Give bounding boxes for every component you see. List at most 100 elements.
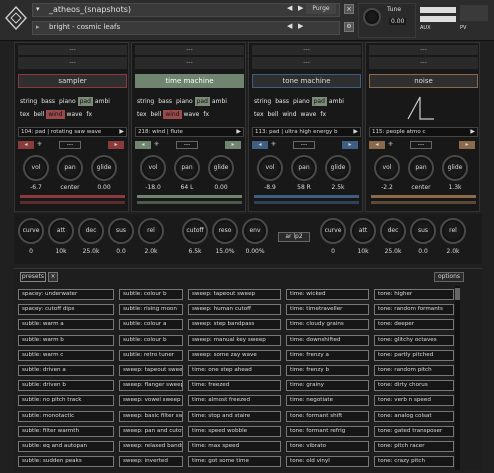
- preset-list-item[interactable]: time: one step ahead: [188, 365, 281, 376]
- preset-list-item[interactable]: tone: vibrato: [286, 441, 369, 452]
- slot-mode-button[interactable]: ---: [410, 141, 432, 149]
- category-bell[interactable]: bell: [149, 110, 164, 119]
- preset-list-item[interactable]: time: grainy: [286, 380, 369, 392]
- slot-solo-icon[interactable]: ▸: [459, 141, 475, 149]
- category-piano[interactable]: piano: [291, 97, 312, 106]
- preset-list-item[interactable]: subtle: colour a: [119, 319, 183, 331]
- preset-list-item[interactable]: subtle: driven a: [18, 365, 114, 376]
- slot-link-icon[interactable]: ⁜: [271, 141, 281, 149]
- purge-button[interactable]: Purge: [306, 4, 336, 14]
- slot-mode-button[interactable]: ---: [293, 141, 315, 149]
- preset-list-item[interactable]: tone: deeper: [374, 319, 454, 331]
- preset-list-item[interactable]: tone: crazy pitch: [374, 456, 454, 468]
- preset-arrow-icon[interactable]: ▶: [353, 128, 358, 136]
- browser-scrollbar[interactable]: [455, 286, 460, 470]
- category-piano[interactable]: piano: [174, 97, 195, 106]
- slot-stub-top[interactable]: ---: [18, 45, 127, 55]
- slot-mute-icon[interactable]: ◂: [252, 141, 268, 149]
- slot-vol-knob[interactable]: vol: [374, 155, 400, 181]
- category-wave[interactable]: wave: [65, 110, 85, 119]
- preset-prev-icon[interactable]: ◀: [287, 22, 292, 30]
- slot-stub-bottom[interactable]: ---: [252, 57, 361, 69]
- amp-env-rel-knob[interactable]: rel: [138, 218, 164, 244]
- slot-preset-selector[interactable]: 104: pad | rotating saw wave ▶: [18, 127, 127, 137]
- category-pad[interactable]: pad: [77, 97, 93, 106]
- category-fx[interactable]: fx: [318, 110, 328, 119]
- category-fx[interactable]: fx: [201, 110, 211, 119]
- prev-arrow-icon[interactable]: ◀: [287, 4, 292, 12]
- slot-link-icon[interactable]: ⁜: [37, 141, 47, 149]
- filter-type-button[interactable]: ar lp2: [278, 232, 310, 242]
- filter-env-rel-knob[interactable]: rel: [440, 218, 466, 244]
- slot-link-icon[interactable]: ⁜: [388, 141, 398, 149]
- filter-env-att-knob[interactable]: att: [350, 218, 376, 244]
- preset-list-item[interactable]: tone: random pitch: [374, 365, 454, 376]
- preset-list-item[interactable]: time: stop and staire: [188, 410, 281, 422]
- preset-list-item[interactable]: tone: random formants: [374, 304, 454, 316]
- category-wind[interactable]: wind: [163, 110, 182, 119]
- slot-glide-knob[interactable]: glide: [208, 155, 234, 181]
- preset-list-item[interactable]: sweep: pan and cutoff: [119, 425, 183, 437]
- preset-list-item[interactable]: sweep: vowel sweep: [119, 395, 183, 407]
- preset-list-item[interactable]: sweep: relaxed bands: [119, 441, 183, 452]
- preset-list-item[interactable]: tone: analog colsat: [374, 410, 454, 422]
- category-string[interactable]: string: [135, 97, 156, 106]
- category-bass[interactable]: bass: [39, 97, 57, 106]
- options-button[interactable]: options: [434, 272, 464, 282]
- preset-next-icon[interactable]: ▶: [298, 22, 303, 30]
- preset-name-bar[interactable]: ▸ bright - cosmic leafs ◀ ▶: [32, 21, 340, 35]
- slot-module-button[interactable]: noise: [369, 74, 478, 88]
- category-wave[interactable]: wave: [299, 110, 319, 119]
- category-tex[interactable]: tex: [252, 110, 266, 119]
- preset-list-item[interactable]: sweep: manual key sweep: [188, 334, 281, 346]
- preset-list-item[interactable]: tone: gated transposer: [374, 425, 454, 437]
- slot-stub-top[interactable]: ---: [369, 45, 478, 55]
- preset-arrow-icon[interactable]: ▶: [119, 128, 124, 136]
- preset-list-item[interactable]: sweep: tapeout sweep: [119, 365, 183, 376]
- preset-list-item[interactable]: time: almost freezed: [188, 395, 281, 407]
- amp-env-att-knob[interactable]: att: [48, 218, 74, 244]
- preset-list-item[interactable]: tone: pitch racer: [374, 441, 454, 452]
- category-wave[interactable]: wave: [182, 110, 202, 119]
- preset-list-item[interactable]: tone: dirty chorus: [374, 380, 454, 392]
- filter-reso-knob[interactable]: reso: [212, 218, 238, 244]
- next-arrow-icon[interactable]: ▶: [298, 4, 303, 12]
- category-piano[interactable]: piano: [57, 97, 78, 106]
- slot-module-button[interactable]: time machine: [135, 74, 244, 88]
- slot-glide-knob[interactable]: glide: [91, 155, 117, 181]
- preset-list-item[interactable]: time: downshifted: [286, 334, 369, 346]
- preset-list-item[interactable]: tone: higher: [374, 289, 454, 300]
- slot-pan-knob[interactable]: pan: [408, 155, 434, 181]
- slot-stub-top[interactable]: ---: [135, 45, 244, 55]
- slot-glide-knob[interactable]: glide: [325, 155, 351, 181]
- slot-stub-top[interactable]: ---: [252, 45, 361, 55]
- amp-env-curve-knob[interactable]: curve: [18, 218, 44, 244]
- filter-env-dec-knob[interactable]: dec: [380, 218, 406, 244]
- preset-list-item[interactable]: time: timetraveller: [286, 304, 369, 316]
- category-pad[interactable]: pad: [194, 97, 210, 106]
- presets-button[interactable]: presets: [20, 272, 46, 282]
- slot-preset-selector[interactable]: 113: pad | ultra high energy b ▶: [252, 127, 361, 137]
- slot-stub-bottom[interactable]: ---: [18, 57, 127, 69]
- category-wind[interactable]: wind: [46, 110, 65, 119]
- category-bell[interactable]: bell: [32, 110, 47, 119]
- slot-pan-knob[interactable]: pan: [57, 155, 83, 181]
- preset-list-item[interactable]: subtle: sudden peaks: [18, 456, 114, 468]
- slot-module-button[interactable]: tone machine: [252, 74, 361, 88]
- collapse-icon[interactable]: ▾: [36, 5, 40, 13]
- preset-list-item[interactable]: subtle: retro tuner: [119, 349, 183, 361]
- preset-list-item[interactable]: subtle: colour b: [119, 334, 183, 346]
- slot-mode-button[interactable]: ---: [59, 141, 81, 149]
- slot-pan-knob[interactable]: pan: [174, 155, 200, 181]
- preset-list-item[interactable]: subtle: warm c: [18, 349, 114, 361]
- preset-list-item[interactable]: tone: partly pitched: [374, 349, 454, 361]
- preset-list-item[interactable]: subtle: filter warmth: [18, 425, 114, 437]
- preset-list-item[interactable]: sweep: basic filter sweep: [119, 410, 183, 422]
- slot-glide-knob[interactable]: glide: [442, 155, 468, 181]
- preset-arrow-icon[interactable]: ▶: [470, 128, 475, 136]
- preset-list-item[interactable]: subtle: driven b: [18, 380, 114, 392]
- filter-env-knob[interactable]: env: [242, 218, 268, 244]
- preset-list-item[interactable]: sweep: flanger sweep: [119, 380, 183, 392]
- preset-list-item[interactable]: tone: formant shift: [286, 410, 369, 422]
- preset-list-item[interactable]: subtle: warm b: [18, 334, 114, 346]
